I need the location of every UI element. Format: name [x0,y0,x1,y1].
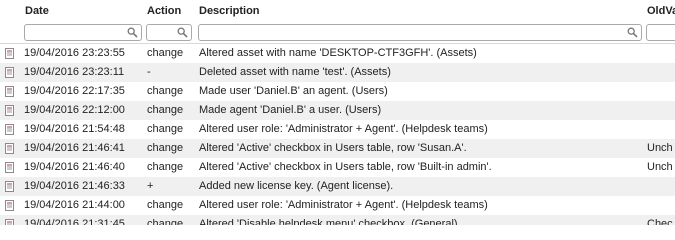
column-header-description[interactable]: Description [199,0,260,22]
cell-action: change [147,199,184,211]
document-icon [5,219,14,225]
cell-description: Altered user role: 'Administrator + Agen… [199,199,488,211]
cell-description: Altered 'Active' checkbox in Users table… [199,161,492,173]
cell-description: Altered asset with name 'DESKTOP-CTF3GFH… [199,47,477,59]
header-row: Date Action Description OldVa [0,0,675,22]
cell-date: 19/04/2016 21:44:00 [24,199,125,211]
cell-old-value [647,120,675,139]
document-icon [5,48,14,59]
column-header-action[interactable]: Action [147,0,181,22]
action-filter[interactable] [146,24,192,41]
cell-action: change [147,218,184,225]
cell-old-value: Unch [647,161,673,173]
cell-date: 19/04/2016 21:46:40 [24,161,125,173]
cell-action: change [147,123,184,135]
cell-description: Altered user role: 'Administrator + Agen… [199,123,488,135]
cell-date: 19/04/2016 23:23:55 [24,47,125,59]
cell-date: 19/04/2016 21:54:48 [24,123,125,135]
document-icon [5,105,14,116]
cell-description: Made user 'Daniel.B' an agent. (Users) [199,85,388,97]
cell-description: Made agent 'Daniel.B' a user. (Users) [199,104,382,116]
cell-date: 19/04/2016 23:23:11 [24,66,125,78]
document-icon [5,86,14,97]
table-row[interactable]: 19/04/2016 21:31:45 change Altered 'Disabl… [0,215,675,225]
search-icon [127,27,138,38]
cell-date: 19/04/2016 22:12:00 [24,104,125,116]
document-icon [5,200,14,211]
search-icon [627,27,638,38]
table-row[interactable]: 19/04/2016 23:23:11 - Deleted asset with n… [0,63,675,82]
document-icon [5,124,14,135]
document-icon [5,162,14,173]
cell-description: Added new license key. (Agent license). [199,180,394,192]
document-icon [5,67,14,78]
cell-date: 19/04/2016 21:31:45 [24,218,125,225]
cell-action: change [147,47,184,59]
cell-old-value [647,101,675,120]
cell-date: 19/04/2016 21:46:41 [24,142,125,154]
table-row[interactable]: 19/04/2016 21:44:00 change Altered user ro… [0,196,675,215]
cell-action: change [147,161,184,173]
filter-row [0,22,675,44]
table-row[interactable]: 19/04/2016 21:54:48 change Altered user ro… [0,120,675,139]
search-icon [177,27,188,38]
cell-date: 19/04/2016 21:46:33 [24,180,125,192]
table-row[interactable]: 19/04/2016 22:17:35 change Made user 'Dani… [0,82,675,101]
document-icon [5,143,14,154]
table-row[interactable]: 19/04/2016 21:46:33 + Added new license ke… [0,177,675,196]
cell-action: change [147,104,184,116]
cell-old-value [647,82,675,101]
date-filter[interactable] [24,24,142,41]
column-header-date[interactable]: Date [25,0,49,22]
cell-old-value: Unch [647,142,673,154]
column-header-old-value[interactable]: OldVa [647,0,675,22]
cell-old-value [647,196,675,215]
cell-old-value [647,44,675,63]
old-value-filter[interactable] [646,24,675,41]
cell-old-value [647,63,675,82]
cell-action: - [147,66,151,78]
document-icon [5,181,14,192]
date-filter-input[interactable] [27,26,123,39]
cell-action: + [147,180,154,192]
cell-action: change [147,142,184,154]
cell-old-value: Chec [647,218,673,225]
table-row[interactable]: 19/04/2016 21:46:41 change Altered 'Active… [0,139,675,158]
cell-description: Altered 'Disable helpdesk menu' checkbox… [199,218,458,225]
cell-date: 19/04/2016 22:17:35 [24,85,125,97]
table-row[interactable]: 19/04/2016 23:23:55 change Altered asset w… [0,44,675,63]
table-row[interactable]: 19/04/2016 22:12:00 change Made agent 'Dan… [0,101,675,120]
audit-log-grid: Date Action Description OldVa [0,0,675,225]
cell-description: Altered 'Active' checkbox in Users table… [199,142,467,154]
description-filter[interactable] [198,24,642,41]
old-value-filter-input[interactable] [649,26,667,39]
action-filter-input[interactable] [149,26,173,39]
cell-old-value [647,177,675,196]
table-row[interactable]: 19/04/2016 21:46:40 change Altered 'Active… [0,158,675,177]
cell-description: Deleted asset with name 'test'. (Assets) [199,66,391,78]
description-filter-input[interactable] [201,26,623,39]
cell-action: change [147,85,184,97]
